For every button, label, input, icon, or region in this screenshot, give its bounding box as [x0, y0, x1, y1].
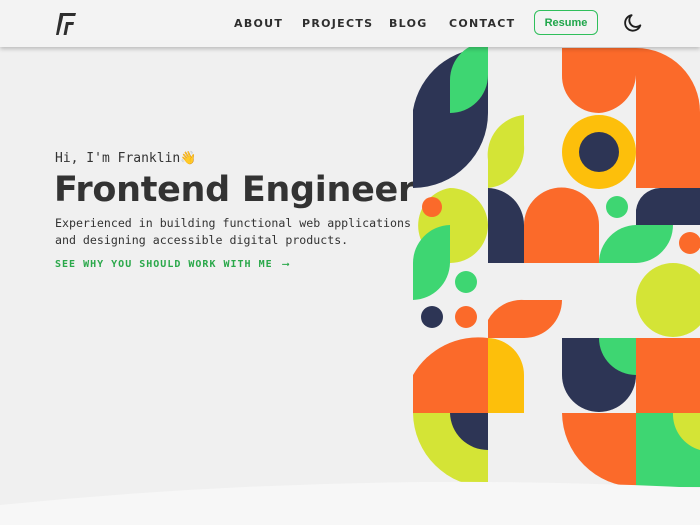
pattern-green-leaf-3: [599, 225, 673, 263]
geometric-pattern-art: [413, 42, 700, 488]
pattern-navy-half: [488, 188, 524, 263]
resume-button[interactable]: Resume: [534, 10, 598, 35]
pattern-lime-disc: [636, 263, 700, 337]
pattern-green-leaf-2: [413, 225, 450, 300]
pattern-yellow-half: [488, 338, 524, 413]
pattern-ring-core: [579, 132, 619, 172]
pattern-orange-dot: [422, 197, 442, 217]
nav-link-projects[interactable]: PROJECTS: [302, 17, 373, 31]
pattern-orange-top: [561, 48, 636, 113]
pattern-green-dot-2: [606, 196, 628, 218]
pattern-orange-quarter: [636, 48, 700, 188]
pattern-orange-dot-2: [455, 306, 477, 328]
pattern-navy-leaf-2: [636, 188, 700, 225]
pattern-orange-semi: [524, 187, 599, 263]
pattern-orange-leaf: [488, 299, 562, 338]
bottom-wave-decoration: [0, 481, 700, 525]
top-navbar: ABOUT PROJECTS BLOG CONTACT Resume: [0, 0, 700, 47]
nav-link-blog[interactable]: BLOG: [389, 17, 428, 31]
pattern-orange-dot-3: [679, 232, 700, 254]
pattern-orange-big: [413, 337, 488, 413]
pattern-orange-square: [636, 338, 700, 413]
pattern-lime-leaf: [487, 115, 525, 188]
pattern-green-dot: [455, 271, 477, 293]
pattern-navy-dot: [421, 306, 443, 328]
nav-link-contact[interactable]: CONTACT: [449, 17, 515, 31]
nav-link-about[interactable]: ABOUT: [234, 17, 283, 31]
moon-icon[interactable]: [622, 12, 644, 34]
stylized-f-logo-icon[interactable]: [54, 11, 78, 35]
